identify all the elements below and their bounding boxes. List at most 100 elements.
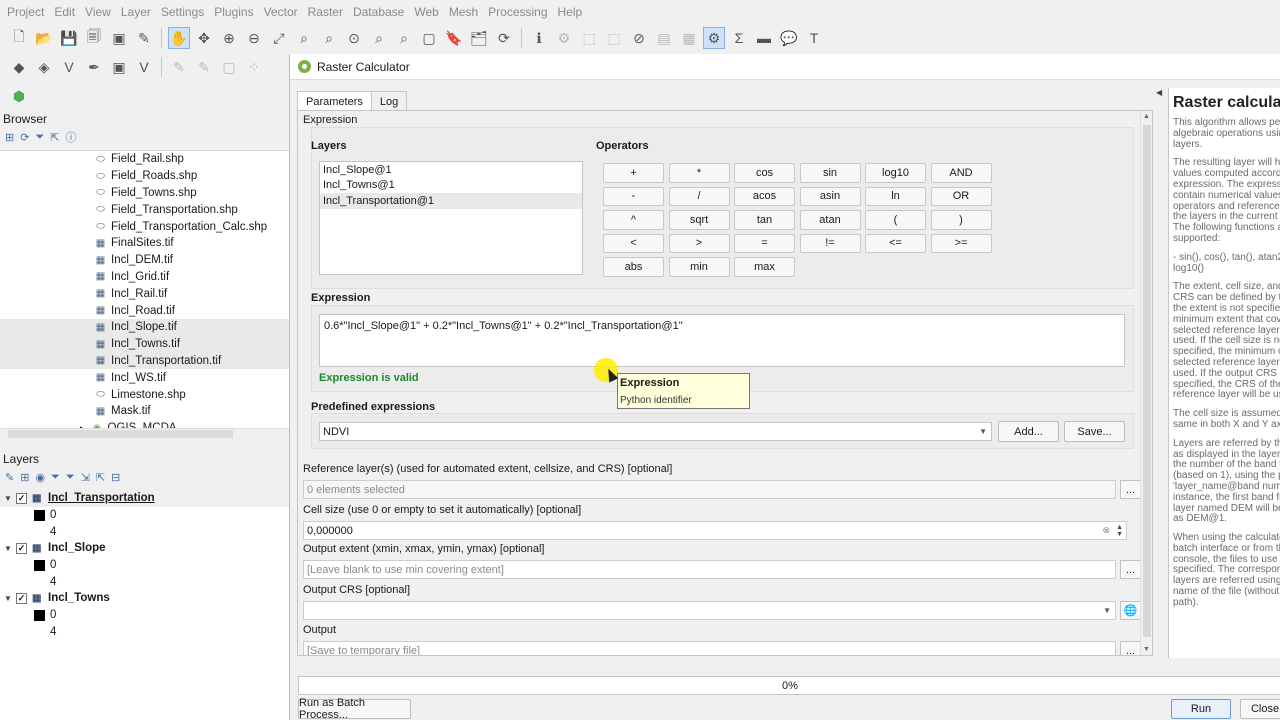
operator-button[interactable]: >= [930, 233, 992, 253]
zoom-in-icon[interactable]: ⊕ [218, 27, 240, 49]
field-calculator-icon[interactable]: ▦ [678, 27, 700, 49]
menu-item-database[interactable]: Database [348, 5, 409, 19]
tab-parameters[interactable]: Parameters [297, 91, 372, 112]
new-gpkg-icon[interactable]: ▣ [108, 56, 130, 78]
show-bookmarks-icon[interactable]: 🗂 [468, 27, 490, 49]
browser-item[interactable]: ▦ Incl_Grid.tif [0, 269, 289, 286]
save-as-icon[interactable]: 🗐 [83, 27, 105, 49]
vertex-tool-icon[interactable]: ⁘ [243, 56, 265, 78]
new-map-view-icon[interactable]: ▢ [418, 27, 440, 49]
output-crs-select[interactable]: ▼ [303, 601, 1116, 620]
collapse-help-icon[interactable]: ◀ [1156, 88, 1162, 97]
operator-button[interactable]: tan [734, 210, 795, 230]
bookmark-icon[interactable]: 🔖 [443, 27, 465, 49]
layer-list-item[interactable]: Incl_Slope@1 [320, 162, 582, 178]
browser-item[interactable]: ▦ Incl_DEM.tif [0, 252, 289, 269]
operator-button[interactable]: + [603, 163, 664, 183]
action-icon[interactable]: ⚙ [553, 27, 575, 49]
layer-list[interactable]: Incl_Slope@1 Incl_Towns@1 Incl_Transportat… [319, 161, 583, 275]
run-batch-button[interactable]: Run as Batch Process... [298, 697, 411, 720]
operator-button[interactable]: sin [799, 163, 861, 183]
layer-row[interactable]: ▼ ✓ ▦ Incl_Slope [0, 540, 289, 557]
spinner-icon[interactable]: ▲ ▼ [1116, 524, 1123, 538]
open-project-icon[interactable]: 📂 [33, 27, 55, 49]
identify-icon[interactable]: ℹ [528, 27, 550, 49]
operator-button[interactable]: acos [734, 186, 795, 206]
browser-tree[interactable]: ⬭ Field_Rail.shp ⬭ Field_Roads.shp ⬭ Field_To… [0, 150, 289, 438]
operator-button[interactable]: ^ [603, 210, 664, 230]
refresh-icon[interactable]: ⟳ [493, 27, 515, 49]
operator-button[interactable]: / [668, 186, 730, 206]
select-by-value-icon[interactable]: ⬚ [603, 27, 625, 49]
close-button[interactable]: Close [1240, 699, 1280, 719]
layers-tree[interactable]: ▼ ✓ ▦ Incl_Transportation 0 4 ▼ ✓ ▦ Incl_Slope 0 4 ▼… [0, 490, 289, 720]
layer-visibility-checkbox[interactable]: ✓ [16, 542, 27, 554]
run-button[interactable]: Run [1171, 699, 1231, 719]
operator-button[interactable]: < [603, 233, 664, 253]
new-project-icon[interactable]: 🗋 [8, 27, 30, 49]
browser-item[interactable]: ⬭ Field_Rail.shp [0, 151, 289, 168]
layer-visibility-checkbox[interactable]: ✓ [16, 492, 27, 504]
pan-to-selection-icon[interactable]: ✥ [193, 27, 215, 49]
browser-item[interactable]: ▦ Mask.tif [0, 403, 289, 420]
statistics-icon[interactable]: Σ [728, 27, 750, 49]
browser-item[interactable]: ▦ FinalSites.tif [0, 235, 289, 252]
zoom-selection-icon[interactable]: ⌕ [293, 27, 315, 49]
clear-icon[interactable]: ⊗ [1102, 525, 1110, 536]
deselect-icon[interactable]: ⊘ [628, 27, 650, 49]
reference-layers-field[interactable]: 0 elements selected [303, 480, 1116, 499]
operator-button[interactable]: min [668, 257, 730, 277]
browser-item[interactable]: ▦ Incl_Transportation.tif [0, 352, 289, 370]
output-browse-button[interactable]: ... [1120, 641, 1141, 655]
chevron-down-icon[interactable]: ▼ [4, 494, 16, 503]
predefined-expression-select[interactable]: NDVI ▼ [319, 422, 992, 441]
add-group-icon[interactable]: ⊞ [20, 471, 29, 484]
save-project-icon[interactable]: 💾 [58, 27, 80, 49]
operator-button[interactable]: != [799, 233, 861, 253]
layer-visibility-checkbox[interactable]: ✓ [16, 592, 27, 604]
collapse-all-icon[interactable]: ⇱ [96, 471, 105, 484]
vertical-scrollbar[interactable]: ▲ ▼ [1140, 111, 1152, 655]
collapse-all-icon[interactable]: ⇱ [50, 131, 59, 144]
zoom-out-icon[interactable]: ⊖ [243, 27, 265, 49]
operator-button[interactable]: ( [865, 210, 926, 230]
operator-button[interactable]: cos [734, 163, 795, 183]
output-file-input[interactable]: [Save to temporary file] [303, 641, 1116, 655]
menu-item-project[interactable]: Project [2, 5, 49, 19]
plugin-icon[interactable]: ⬢ [8, 85, 30, 107]
browser-item[interactable]: ⬭ Field_Roads.shp [0, 168, 289, 185]
measure-icon[interactable]: ▬ [753, 27, 775, 49]
remove-layer-icon[interactable]: ⊟ [111, 471, 120, 484]
operator-button[interactable]: ) [930, 210, 992, 230]
map-tips-icon[interactable]: 💬 [778, 27, 800, 49]
operator-button[interactable]: max [734, 257, 795, 277]
style-icon[interactable]: ✎ [5, 471, 14, 484]
horizontal-scrollbar[interactable] [0, 428, 289, 438]
output-extent-browse-button[interactable]: ... [1120, 560, 1141, 579]
layer-row[interactable]: ▼ ✓ ▦ Incl_Transportation [0, 490, 289, 507]
menu-item-processing[interactable]: Processing [483, 5, 552, 19]
expression-editor[interactable]: 0.6*"Incl_Slope@1" + 0.2*"Incl_Towns@1" … [319, 314, 1125, 367]
menu-item-layer[interactable]: Layer [116, 5, 156, 19]
zoom-layer-icon[interactable]: ⌕ [318, 27, 340, 49]
layer-row[interactable]: ▼ ✓ ▦ Incl_Towns [0, 590, 289, 607]
chevron-down-icon[interactable]: ▼ [4, 544, 16, 553]
toggle-editing-icon[interactable]: ✎ [168, 56, 190, 78]
reference-layers-browse-button[interactable]: ... [1120, 480, 1141, 499]
operator-button[interactable]: <= [865, 233, 926, 253]
info-icon[interactable]: ⓘ [65, 129, 76, 145]
style-manager-icon[interactable]: ✎ [133, 27, 155, 49]
browser-item[interactable]: ▦ Incl_WS.tif [0, 369, 289, 386]
virtual-layer-icon[interactable]: V [133, 56, 155, 78]
attribute-table-icon[interactable]: ▤ [653, 27, 675, 49]
select-features-icon[interactable]: ⬚ [578, 27, 600, 49]
browser-item[interactable]: ▦ Incl_Slope.tif [0, 318, 289, 336]
menu-item-plugins[interactable]: Plugins [209, 5, 258, 19]
save-expression-button[interactable]: Save... [1064, 421, 1125, 442]
save-edits-icon[interactable]: ✎ [193, 56, 215, 78]
cell-size-input[interactable]: 0,000000 ⊗ ▲ ▼ [303, 521, 1127, 540]
browser-item[interactable]: ⬭ Limestone.shp [0, 386, 289, 403]
operator-button[interactable]: > [668, 233, 730, 253]
data-source-manager-icon[interactable]: ◆ [8, 56, 30, 78]
operator-button[interactable]: - [603, 186, 664, 206]
